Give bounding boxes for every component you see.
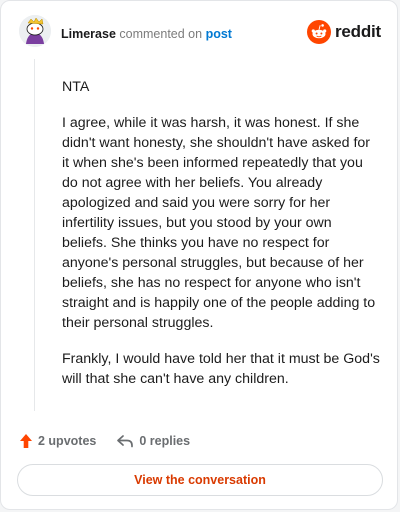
byline-action-text: commented on (119, 27, 203, 41)
reply-arrow-icon (117, 435, 134, 448)
thread-line (34, 59, 35, 411)
avatar-snoo-icon (19, 15, 51, 47)
comment-actions: 2 upvotes 0 replies (19, 431, 190, 451)
comment-body: NTA I agree, while it was harsh, it was … (62, 77, 380, 405)
upvote-button[interactable]: 2 upvotes (19, 433, 96, 449)
upvote-count: 2 upvotes (38, 434, 97, 448)
comment-paragraph: Frankly, I would have told her that it m… (62, 351, 380, 387)
comment-byline: Limerase commented on post (61, 27, 232, 41)
comment-header: Limerase commented on post reddit (19, 15, 381, 55)
user-avatar[interactable] (19, 15, 51, 47)
reddit-wordmark: reddit (334, 22, 381, 41)
reddit-snoo-icon (306, 20, 331, 44)
comment-paragraph: I agree, while it was harsh, it was hone… (62, 115, 376, 331)
view-conversation-button[interactable]: View the conversation (17, 464, 383, 496)
reply-count: 0 replies (139, 434, 191, 448)
upvote-arrow-icon (20, 434, 32, 448)
reddit-logo[interactable]: reddit (306, 19, 381, 45)
comment-paragraph: NTA (62, 79, 90, 95)
comment-card: Limerase commented on post reddit NTA I … (0, 0, 398, 510)
username-link[interactable]: Limerase (61, 27, 116, 41)
post-link[interactable]: post (206, 27, 232, 41)
reply-button[interactable]: 0 replies (116, 434, 190, 448)
